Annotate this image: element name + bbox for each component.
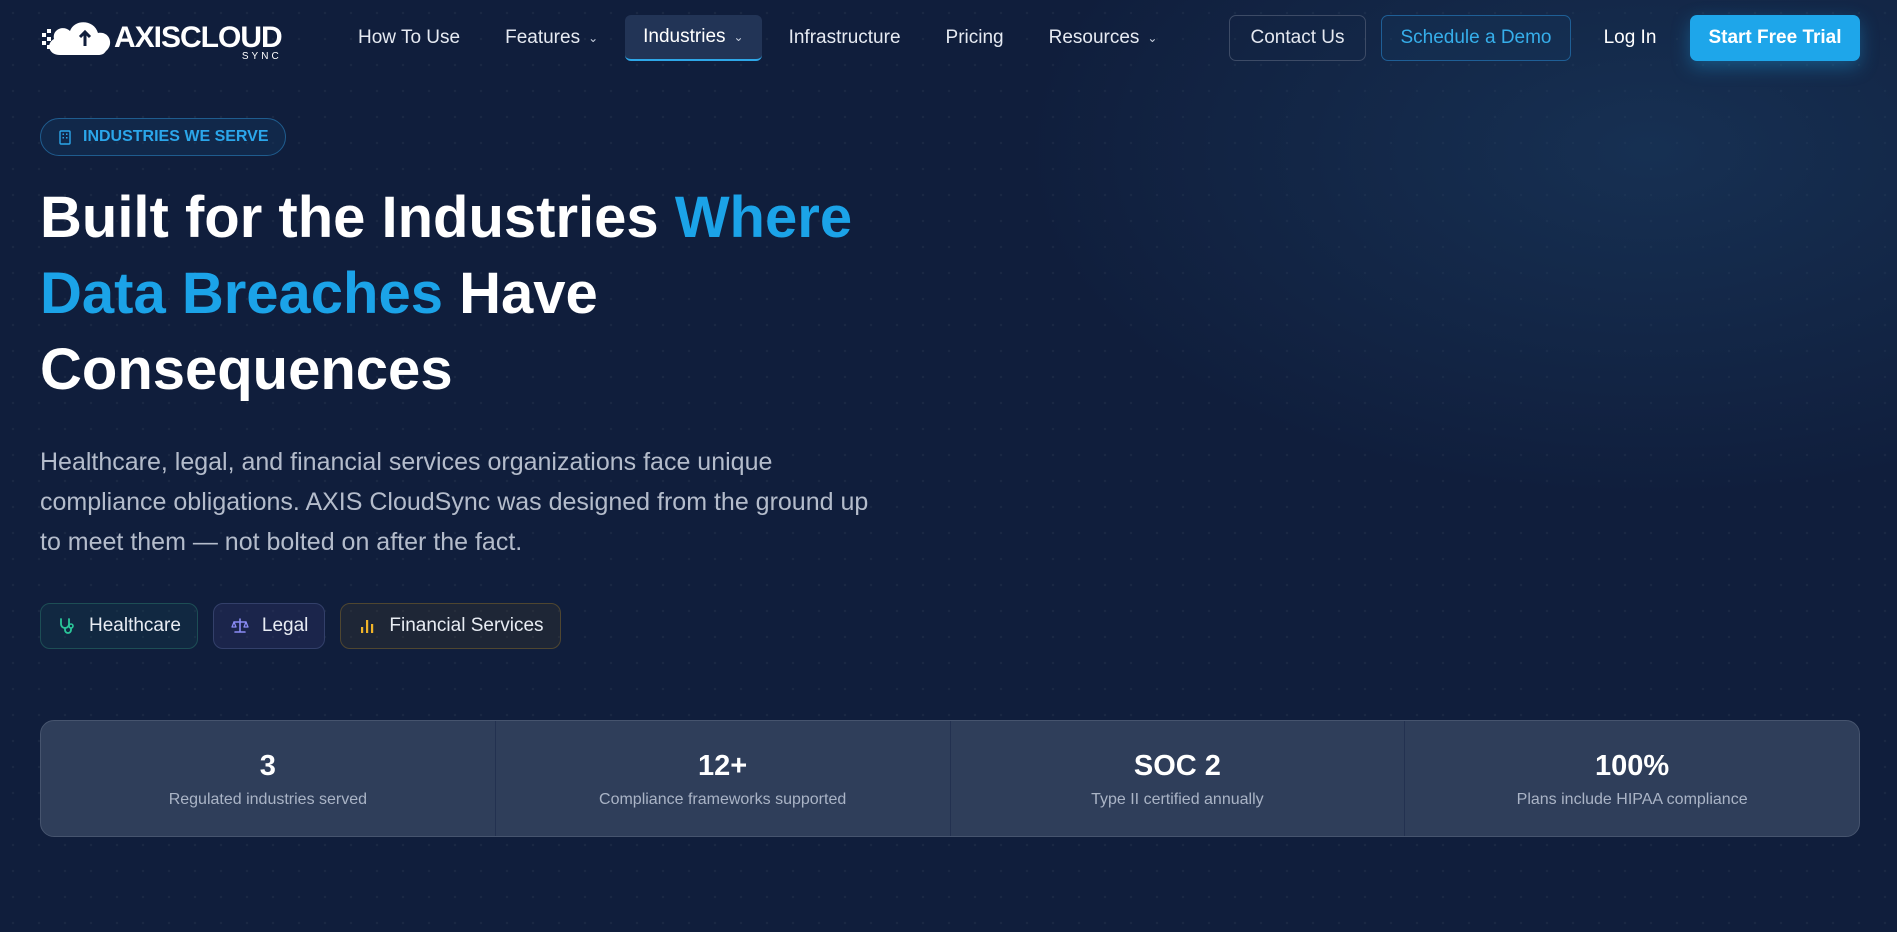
chip-healthcare[interactable]: Healthcare <box>40 603 198 649</box>
chip-label: Financial Services <box>389 615 544 636</box>
contact-us-button[interactable]: Contact Us <box>1229 15 1366 61</box>
stat-item: SOC 2 Type II certified annually <box>951 721 1406 836</box>
chevron-down-icon: ⌄ <box>588 31 599 45</box>
page-title: Built for the Industries Where Data Brea… <box>40 180 1000 408</box>
nav-item-label: Features <box>505 27 581 48</box>
nav-item-label: Resources <box>1048 27 1140 48</box>
stat-value: 100% <box>1595 749 1670 782</box>
chevron-down-icon: ⌄ <box>733 30 744 44</box>
stat-value: 3 <box>259 749 276 782</box>
nav-item-features[interactable]: Features ⌄ <box>487 15 616 61</box>
start-free-trial-button[interactable]: Start Free Trial <box>1690 15 1860 61</box>
nav-item-pricing[interactable]: Pricing <box>928 15 1022 61</box>
industries-badge: INDUSTRIES WE SERVE <box>40 118 286 156</box>
top-navigation: AXISCLOUD SYNC How To Use Features ⌄ Ind… <box>0 0 1897 78</box>
stat-value: 12+ <box>698 749 748 782</box>
login-button[interactable]: Log In <box>1590 15 1670 61</box>
headline-part: Have <box>443 261 598 326</box>
cloud-logo-icon <box>40 15 118 61</box>
nav-links: How To Use Features ⌄ Industries ⌄ Infra… <box>340 15 1184 61</box>
headline-accent: Where <box>674 185 853 250</box>
brand-text: AXISCLOUD SYNC <box>114 21 283 63</box>
stats-bar: 3 Regulated industries served 12+ Compli… <box>40 720 1860 837</box>
brand-sub: SYNC <box>241 51 282 62</box>
industry-chips: Healthcare Legal Financial Services <box>40 603 576 649</box>
headline-accent: Data Breaches <box>40 261 443 326</box>
stat-label: Type II certified annually <box>1091 790 1264 808</box>
schedule-demo-button[interactable]: Schedule a Demo <box>1381 15 1571 61</box>
stat-item: 12+ Compliance frameworks supported <box>496 721 951 836</box>
stat-item: 100% Plans include HIPAA compliance <box>1405 721 1859 836</box>
stat-value: SOC 2 <box>1133 749 1221 782</box>
stat-label: Compliance frameworks supported <box>599 790 847 808</box>
nav-item-label: Industries <box>643 26 726 47</box>
nav-item-infrastructure[interactable]: Infrastructure <box>771 15 919 61</box>
building-icon <box>59 130 71 145</box>
brand-name: AXISCLOUD <box>114 21 283 54</box>
chip-legal[interactable]: Legal <box>212 603 326 649</box>
nav-item-resources[interactable]: Resources ⌄ <box>1031 15 1176 61</box>
nav-item-how-to-use[interactable]: How To Use <box>340 15 478 61</box>
stat-label: Regulated industries served <box>168 790 368 808</box>
chip-label: Healthcare <box>89 615 181 636</box>
nav-item-label: Pricing <box>945 27 1004 48</box>
stat-label: Plans include HIPAA compliance <box>1516 790 1748 808</box>
chip-financial-services[interactable]: Financial Services <box>340 603 561 649</box>
chip-label: Legal <box>261 615 309 636</box>
badge-label: INDUSTRIES WE SERVE <box>83 128 269 145</box>
nav-item-industries[interactable]: Industries ⌄ <box>625 15 762 61</box>
stethoscope-icon <box>60 618 74 634</box>
nav-item-label: How To Use <box>358 27 461 48</box>
nav-item-label: Infrastructure <box>788 27 901 48</box>
headline-part: Built for the Industries <box>40 185 675 250</box>
bar-chart-icon <box>361 620 374 633</box>
chevron-down-icon: ⌄ <box>1147 31 1158 45</box>
hero-subtitle: Healthcare, legal, and financial service… <box>40 448 869 556</box>
headline-part: Consequences <box>40 337 453 402</box>
stat-item: 3 Regulated industries served <box>41 721 496 836</box>
scales-icon <box>231 618 249 633</box>
brand-logo[interactable]: AXISCLOUD SYNC <box>40 14 290 62</box>
